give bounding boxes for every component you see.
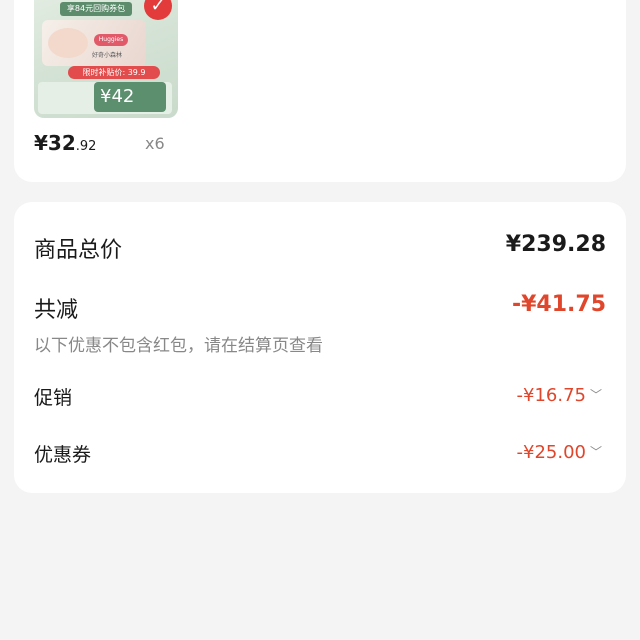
product-image[interactable]: 享84元回购券包 Huggies 好奇小森林 限时补贴价: 39.9 ¥42 ✓ bbox=[34, 0, 178, 118]
image-promo-text: 限时补贴价: 39.9 bbox=[68, 66, 160, 79]
product-card: 享84元回购券包 Huggies 好奇小森林 限时补贴价: 39.9 ¥42 ✓… bbox=[14, 0, 626, 182]
price-decimal: .92 bbox=[75, 139, 97, 154]
promotion-label: 促销 bbox=[34, 387, 73, 409]
coupon-label: 优惠券 bbox=[34, 444, 92, 466]
brand-logo: Huggies bbox=[94, 34, 128, 46]
chevron-down-icon: ﹀ bbox=[589, 388, 602, 402]
coupon-value: -¥25.00 bbox=[516, 442, 586, 463]
check-icon[interactable]: ✓ bbox=[144, 0, 172, 20]
price-summary-card: 商品总价 ¥239.28 共减 -¥41.75 以下优惠不包含红包，请在结算页查… bbox=[14, 202, 626, 493]
product-price: ¥32.92 bbox=[34, 131, 96, 155]
image-tagline: 好奇小森林 bbox=[92, 52, 123, 59]
image-banner-text: 享84元回购券包 bbox=[60, 2, 132, 16]
image-price-box: ¥42 bbox=[94, 82, 166, 112]
reduction-note: 以下优惠不包含红包，请在结算页查看 bbox=[34, 336, 323, 356]
total-price-value: ¥239.28 bbox=[505, 232, 606, 257]
promotion-value: -¥16.75 bbox=[516, 385, 586, 406]
total-reduction-label: 共减 bbox=[34, 298, 79, 323]
baby-illustration bbox=[48, 28, 88, 58]
promotion-value-button[interactable]: -¥16.75 ﹀ bbox=[517, 385, 603, 406]
total-reduction-value: -¥41.75 bbox=[511, 292, 606, 317]
chevron-down-icon: ﹀ bbox=[589, 445, 602, 459]
product-quantity: x6 bbox=[145, 134, 165, 153]
price-integer: 32 bbox=[47, 131, 76, 155]
total-price-label: 商品总价 bbox=[34, 238, 123, 263]
price-symbol: ¥ bbox=[34, 131, 48, 155]
coupon-value-button[interactable]: -¥25.00 ﹀ bbox=[517, 442, 603, 463]
